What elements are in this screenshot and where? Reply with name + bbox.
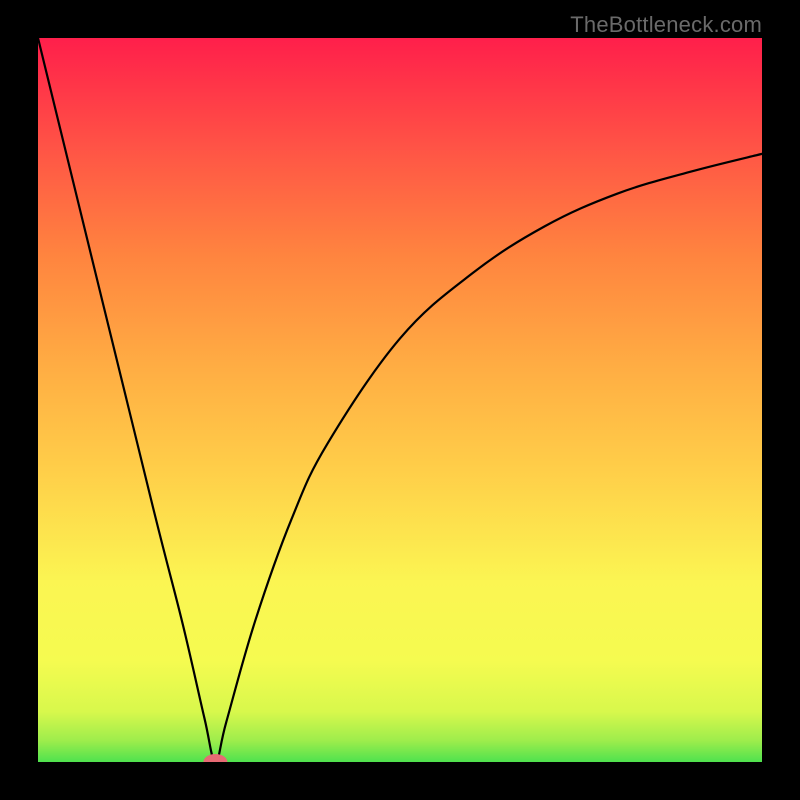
chart-svg bbox=[38, 38, 762, 762]
gradient-background bbox=[38, 38, 762, 762]
watermark-text: TheBottleneck.com bbox=[570, 12, 762, 38]
chart-container: TheBottleneck.com bbox=[0, 0, 800, 800]
plot-area bbox=[38, 38, 762, 762]
